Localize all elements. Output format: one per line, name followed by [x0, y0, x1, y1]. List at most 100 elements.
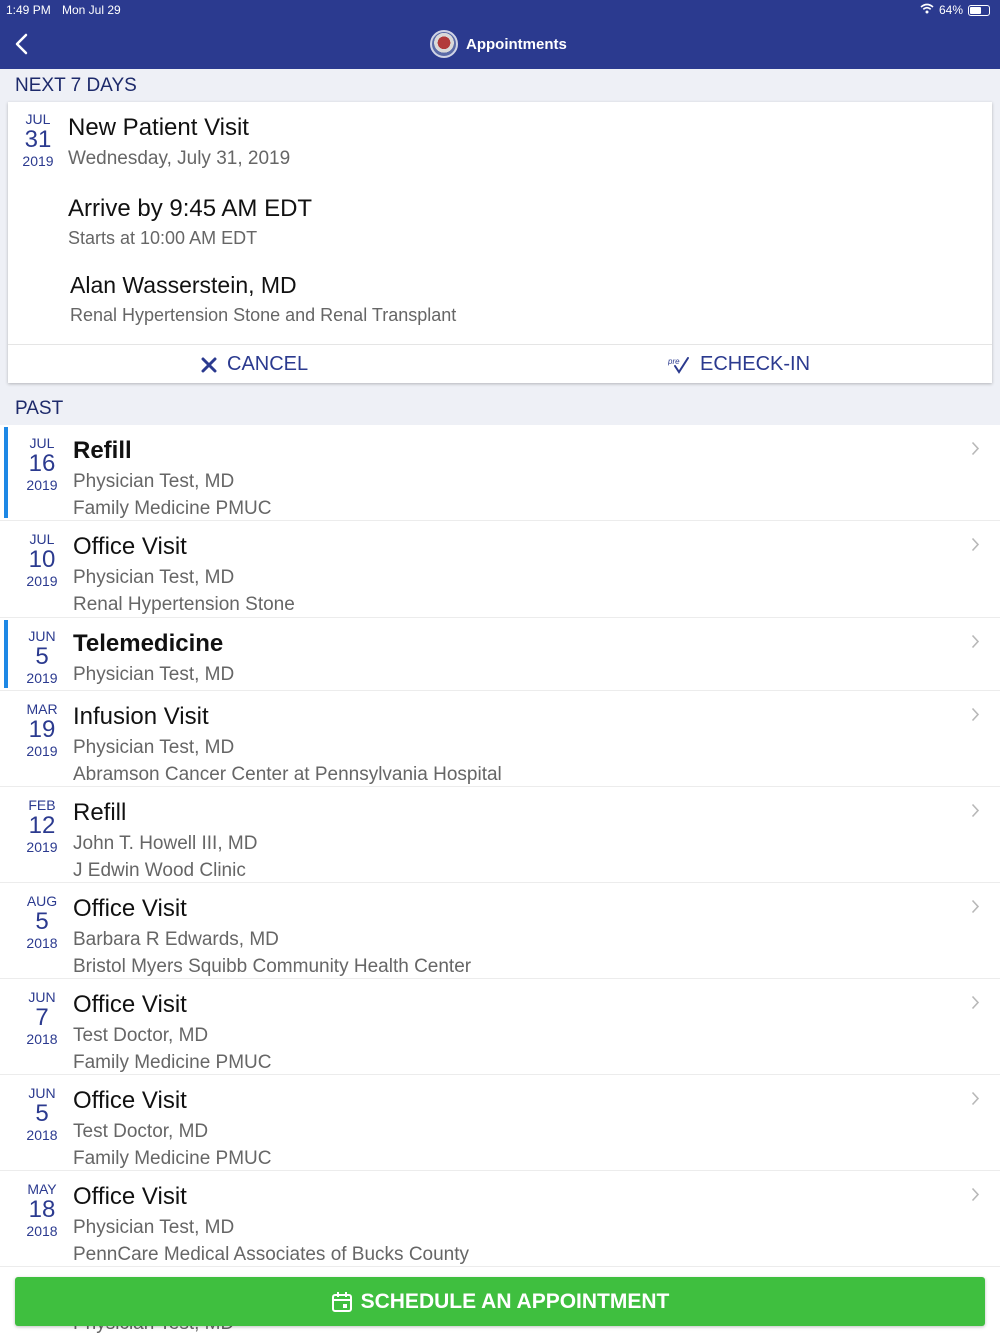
echeck-in-label: ECHECK-IN	[700, 353, 811, 375]
appointment-row[interactable]: JUN 5 2018 Office Visit Test Doctor, MD Famil…	[0, 1075, 1000, 1171]
cancel-button[interactable]: CANCEL	[201, 345, 308, 384]
appointment-title: Office Visit	[73, 1183, 187, 1210]
date-month: JUL	[29, 531, 55, 547]
appointment-row[interactable]: JUL 10 2019 Office Visit Physician Test, MD R…	[0, 521, 1000, 618]
date-month: MAR	[26, 701, 58, 717]
appointment-date-long: Wednesday, July 31, 2019	[68, 148, 291, 169]
upcoming-appointment-card[interactable]: JUL 31 2019 New Patient Visit Wednesday,…	[8, 102, 992, 383]
unread-marker	[4, 620, 8, 688]
appointment-date: MAY 18 2018	[17, 1181, 67, 1239]
date-day: 5	[35, 908, 49, 935]
chevron-right-icon	[971, 707, 980, 722]
appointment-date: FEB 12 2019	[17, 797, 67, 855]
date-year: 2019	[26, 573, 58, 589]
date-day: 7	[35, 1004, 49, 1031]
appointment-row[interactable]: AUG 5 2018 Office Visit Barbara R Edwards, M…	[0, 883, 1000, 979]
date-day: 18	[28, 1196, 56, 1223]
date-month: JUN	[28, 628, 56, 644]
appointment-title: Refill	[73, 799, 127, 826]
chevron-right-icon	[971, 634, 980, 649]
echeck-in-icon: pre	[668, 356, 689, 374]
battery-percent: 64%	[938, 3, 963, 17]
date-year: 2018	[26, 1223, 58, 1239]
chevron-right-icon	[971, 441, 980, 456]
past-section-header: PAST	[15, 398, 64, 419]
start-time: Starts at 10:00 AM EDT	[68, 228, 258, 248]
appointment-title: Office Visit	[73, 991, 187, 1018]
provider-name: Physician Test, MD	[73, 664, 235, 685]
provider-name: Test Doctor, MD	[73, 1025, 209, 1046]
appointment-title: Telemedicine	[73, 630, 224, 657]
date-day: 12	[28, 812, 56, 839]
card-actions: CANCEL pre ECHECK-IN	[8, 344, 992, 383]
appointment-row[interactable]: JUL 16 2019 Refill Physician Test, MD Family …	[0, 425, 1000, 521]
date-month: AUG	[26, 893, 58, 909]
chevron-right-icon	[971, 537, 980, 552]
department-name: Bristol Myers Squibb Community Health Ce…	[73, 956, 472, 977]
appointment-date: MAR 19 2019	[17, 701, 67, 759]
appointment-row[interactable]: JUN 7 2018 Office Visit Test Doctor, MD Famil…	[0, 979, 1000, 1075]
appointment-title: Office Visit	[73, 1087, 187, 1114]
arrive-time: Arrive by 9:45 AM EDT	[68, 195, 313, 222]
date-year: 2018	[26, 1031, 58, 1047]
provider-name: Physician Test, MD	[73, 1217, 235, 1238]
appointment-row[interactable]: FEB 12 2019 Refill John T. Howell III, MD J E…	[0, 787, 1000, 883]
department-name: Family Medicine PMUC	[73, 498, 272, 519]
date-day: 5	[35, 643, 49, 670]
department-name: PennCare Medical Associates of Bucks Cou…	[73, 1244, 470, 1265]
back-button[interactable]	[8, 30, 34, 58]
appointment-title: Infusion Visit	[73, 703, 209, 730]
chevron-left-icon	[15, 33, 28, 55]
status-time: 1:49 PM	[6, 3, 51, 17]
date-year: 2019	[26, 670, 58, 686]
date-day: 16	[28, 450, 56, 477]
department-name: Abramson Cancer Center at Pennsylvania H…	[73, 764, 502, 785]
page-title: Appointments	[466, 35, 567, 53]
provider-name: Barbara R Edwards, MD	[73, 929, 279, 950]
battery-icon	[968, 4, 990, 16]
navigation-bar: 1:49 PM Mon Jul 29 64% Appointments	[0, 0, 1000, 69]
provider-name: Physician Test, MD	[73, 567, 235, 588]
appointment-row[interactable]: MAY 18 2018 Office Visit Physician Test, MD P…	[0, 1171, 1000, 1267]
date-year: 2018	[26, 1127, 58, 1143]
date-month: FEB	[28, 797, 56, 813]
provider-name: Test Doctor, MD	[73, 1121, 209, 1142]
appointment-row[interactable]: JUN 5 2019 Telemedicine Physician Test, MD	[0, 618, 1000, 691]
date-day: 31	[24, 126, 52, 153]
close-icon	[201, 357, 217, 372]
date-month: JUL	[29, 435, 55, 451]
appointment-title: Office Visit	[73, 895, 187, 922]
appointment-row[interactable]: MAR 19 2019 Infusion Visit Physician Test, M…	[0, 691, 1000, 787]
department-name: Renal Hypertension Stone	[73, 594, 295, 615]
cancel-label: CANCEL	[227, 353, 309, 375]
appointment-title: Office Visit	[73, 533, 187, 560]
date-month: JUN	[28, 989, 56, 1005]
appointment-title: Refill	[73, 437, 132, 464]
echeck-in-button[interactable]: pre ECHECK-IN	[668, 345, 810, 384]
chevron-right-icon	[971, 1187, 980, 1202]
provider-name: Physician Test, MD	[73, 737, 235, 758]
chevron-right-icon	[971, 995, 980, 1010]
penn-logo-icon	[430, 30, 458, 58]
provider-name: John T. Howell III, MD	[73, 833, 258, 854]
chevron-right-icon	[971, 803, 980, 818]
past-appointments-list: JUL 16 2019 Refill Physician Test, MD Family …	[0, 425, 1000, 1334]
appointment-date: JUN 5 2018	[17, 1085, 67, 1143]
date-month: JUL	[25, 111, 51, 127]
nav-title-group: Appointments	[430, 30, 567, 58]
date-month: MAY	[27, 1181, 57, 1197]
appointment-date: JUL 31 2019	[13, 111, 63, 169]
appointment-date: JUN 5 2019	[17, 628, 67, 686]
provider-name: Physician Test, MD	[73, 471, 235, 492]
department-name: J Edwin Wood Clinic	[73, 860, 246, 881]
unread-marker	[4, 427, 8, 518]
department-name: Renal Hypertension Stone and Renal Trans…	[70, 305, 457, 325]
appointment-date: AUG 5 2018	[17, 893, 67, 951]
date-year: 2019	[26, 839, 58, 855]
appointment-date: JUL 16 2019	[17, 435, 67, 493]
date-year: 2019	[22, 153, 54, 169]
appointment-title: New Patient Visit	[68, 114, 249, 141]
date-day: 19	[28, 716, 56, 743]
schedule-appointment-button[interactable]: SCHEDULE AN APPOINTMENT	[15, 1277, 985, 1326]
chevron-right-icon	[971, 899, 980, 914]
